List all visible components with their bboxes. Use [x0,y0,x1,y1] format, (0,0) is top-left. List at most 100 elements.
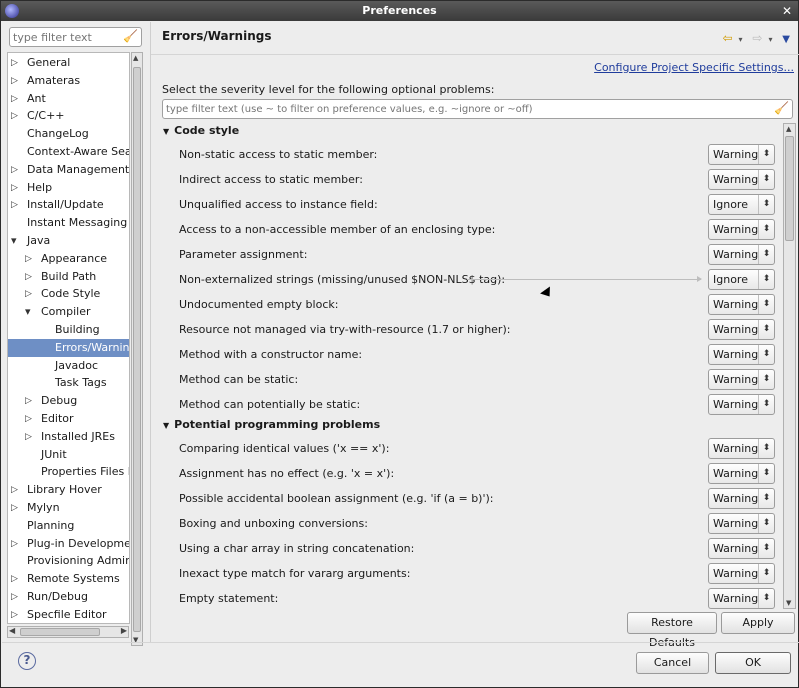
tree-item[interactable]: ▷ C/C++ [8,107,129,125]
spinner-icon[interactable]: ⬍ [758,220,774,239]
tree-item[interactable]: ▷ Amateras [8,72,129,90]
scrollbar-thumb[interactable] [20,628,100,636]
section-expand-icon[interactable]: ▼ [163,421,169,430]
severity-select[interactable]: Warning ⬍ [708,294,775,315]
spinner-icon[interactable]: ⬍ [758,295,774,314]
tree-item[interactable]: ▾ Compiler [8,303,129,321]
twisty-icon[interactable]: ▷ [11,499,18,517]
apply-button[interactable]: Apply [721,612,795,634]
spinner-icon[interactable]: ⬍ [758,370,774,389]
cancel-button[interactable]: Cancel [636,652,709,674]
tree-item[interactable]: Planning [8,517,129,535]
twisty-icon[interactable]: ▷ [11,107,18,125]
spinner-icon[interactable]: ⬍ [758,564,774,583]
options-filter-field[interactable]: 🧹 [162,99,793,119]
tree-horizontal-scrollbar[interactable]: ◀ ▶ [7,626,129,638]
section-expand-icon[interactable]: ▼ [163,127,169,136]
tree-item[interactable]: ▷ Library Hover [8,481,129,499]
options-vertical-scrollbar[interactable]: ▲ ▼ [783,123,796,609]
clear-filter-icon[interactable]: 🧹 [123,29,138,43]
twisty-icon[interactable]: ▷ [11,196,18,214]
twisty-icon[interactable]: ▷ [11,588,18,606]
tree-item[interactable]: ▷ Debug [8,392,129,410]
spinner-icon[interactable]: ⬍ [758,320,774,339]
severity-select[interactable]: Warning ⬍ [708,319,775,340]
spinner-icon[interactable]: ⬍ [758,589,774,608]
tree-item[interactable]: ▷ Build Path [8,268,129,286]
tree-item[interactable]: ▷ Run/Debug [8,588,129,606]
tree-item[interactable]: Task Tags [8,374,129,392]
tree-filter-input[interactable] [10,28,120,46]
restore-defaults-button[interactable]: Restore Defaults [627,612,717,649]
tree-item[interactable]: ▷ Code Style [8,285,129,303]
tree-item[interactable]: Properties Files Ec [8,463,129,481]
tree-item[interactable]: ▷ Editor [8,410,129,428]
twisty-icon[interactable]: ▷ [11,570,18,588]
scroll-left-icon[interactable]: ◀ [9,626,15,635]
twisty-icon[interactable]: ▷ [11,179,18,197]
help-icon[interactable]: ? [18,652,36,670]
severity-select[interactable]: Warning ⬍ [708,144,775,165]
scrollbar-thumb[interactable] [785,136,794,241]
twisty-icon[interactable]: ▷ [11,481,18,499]
twisty-icon[interactable]: ▾ [25,303,31,321]
spinner-icon[interactable]: ⬍ [758,464,774,483]
spinner-icon[interactable]: ⬍ [758,439,774,458]
tree-item[interactable]: ▷ Install/Update [8,196,129,214]
spinner-icon[interactable]: ⬍ [758,514,774,533]
tree-item[interactable]: ▷ Help [8,179,129,197]
forward-menu-icon[interactable]: ▾ [768,35,772,44]
tree-item[interactable]: ChangeLog [8,125,129,143]
twisty-icon[interactable]: ▷ [25,392,32,410]
spinner-icon[interactable]: ⬍ [758,395,774,414]
preference-tree[interactable]: ▷ General ▷ Amateras ▷ Ant ▷ C/C++ ChangeLog Cont… [7,52,130,624]
options-filter-input[interactable] [163,100,763,118]
configure-project-link[interactable]: Configure Project Specific Settings... [594,61,794,74]
tree-item[interactable]: ▷ Data Management [8,161,129,179]
tree-item[interactable]: ▾ Java [8,232,129,250]
twisty-icon[interactable]: ▷ [11,606,18,623]
scroll-up-icon[interactable]: ▲ [786,125,791,133]
twisty-icon[interactable]: ▷ [25,428,32,446]
twisty-icon[interactable]: ▷ [11,161,18,179]
twisty-icon[interactable]: ▷ [11,90,18,108]
tree-item[interactable]: ▷ Appearance [8,250,129,268]
clear-filter-icon[interactable]: 🧹 [774,101,789,115]
spinner-icon[interactable]: ⬍ [758,170,774,189]
spinner-icon[interactable]: ⬍ [758,345,774,364]
spinner-icon[interactable]: ⬍ [758,145,774,164]
tree-item[interactable]: Errors/Warning [8,338,129,357]
scroll-up-icon[interactable]: ▲ [133,54,138,62]
twisty-icon[interactable]: ▷ [25,410,32,428]
severity-select[interactable]: Warning ⬍ [708,369,775,390]
tree-item[interactable]: Building [8,321,129,339]
tree-filter-field[interactable]: 🧹 [9,27,142,47]
back-icon[interactable]: ⇦ [722,31,732,45]
tree-item[interactable]: Instant Messaging [8,214,129,232]
severity-select[interactable]: Warning ⬍ [708,463,775,484]
tree-item[interactable]: ▷ Mylyn [8,499,129,517]
tree-item[interactable]: ▷ Installed JREs [8,428,129,446]
spinner-icon[interactable]: ⬍ [758,270,774,289]
severity-select[interactable]: Warning ⬍ [708,513,775,534]
severity-select[interactable]: Ignore ⬍ [708,269,775,290]
forward-icon[interactable]: ⇨ [752,31,762,45]
spinner-icon[interactable]: ⬍ [758,539,774,558]
tree-item[interactable]: ▷ General [8,54,129,72]
twisty-icon[interactable]: ▷ [11,72,18,90]
back-menu-icon[interactable]: ▾ [739,35,743,44]
severity-select[interactable]: Warning ⬍ [708,244,775,265]
twisty-icon[interactable]: ▷ [11,535,18,553]
spinner-icon[interactable]: ⬍ [758,245,774,264]
spinner-icon[interactable]: ⬍ [758,195,774,214]
severity-select[interactable]: Warning ⬍ [708,563,775,584]
severity-select[interactable]: Warning ⬍ [708,394,775,415]
tree-item[interactable]: ▷ Ant [8,90,129,108]
tree-item[interactable]: Context-Aware Searc [8,143,129,161]
ok-button[interactable]: OK [715,652,791,674]
section-header[interactable]: ▼ Code style [163,124,239,137]
section-header[interactable]: ▼ Potential programming problems [163,418,380,431]
severity-select[interactable]: Warning ⬍ [708,219,775,240]
tree-item[interactable]: Provisioning Admin [8,552,129,570]
twisty-icon[interactable]: ▷ [25,268,32,286]
